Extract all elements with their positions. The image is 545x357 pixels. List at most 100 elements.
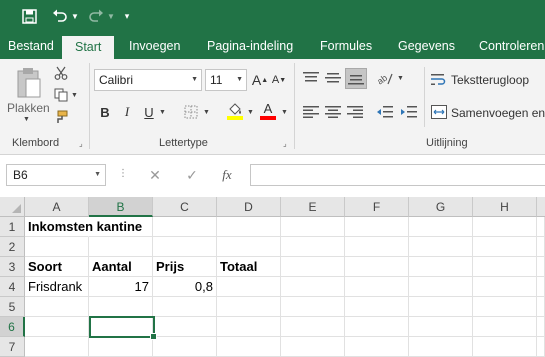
font-color-dropdown-icon[interactable]: ▼ [281,109,288,116]
select-all-button[interactable] [0,197,25,217]
wrap-text-icon[interactable] [431,72,447,88]
cell-h7[interactable] [473,337,537,357]
cell-b7[interactable] [89,337,153,357]
cut-icon[interactable] [53,65,69,81]
row-header-7[interactable]: 7 [0,337,25,357]
align-middle-icon[interactable] [323,69,343,87]
underline-dropdown-icon[interactable]: ▼ [159,109,166,116]
orientation-icon[interactable]: ab [375,69,395,87]
cell-g4[interactable] [409,277,473,297]
cell-a6[interactable] [25,317,89,337]
tab-bestand[interactable]: Bestand [8,34,54,59]
column-header-f[interactable]: F [345,197,409,217]
cell-g6[interactable] [409,317,473,337]
cell-h1[interactable] [473,217,537,237]
cell-g7[interactable] [409,337,473,357]
tab-controleren[interactable]: Controleren [479,34,544,59]
redo-icon[interactable] [85,5,107,27]
cell-f3[interactable] [345,257,409,277]
cell-c4[interactable]: 0,8 [153,277,217,297]
cell-f6[interactable] [345,317,409,337]
cell-d4[interactable] [217,277,281,297]
tab-pagina-indeling[interactable]: Pagina-indeling [207,34,293,59]
formula-input[interactable] [250,164,545,186]
decrease-indent-icon[interactable] [375,103,395,121]
cell-f2[interactable] [345,237,409,257]
cell-i4[interactable] [537,277,545,297]
merge-center-icon[interactable] [431,104,447,120]
copy-dropdown-icon[interactable]: ▼ [71,92,78,99]
row-header-6[interactable]: 6 [0,317,25,337]
redo-dropdown-icon[interactable]: ▼ [106,5,116,27]
fill-color-dropdown-icon[interactable]: ▼ [247,109,254,116]
wrap-text-button[interactable]: Tekstterugloop [451,73,529,87]
cell-i3[interactable] [537,257,545,277]
font-name-select[interactable]: Calibri ▼ [94,69,202,91]
cell-h6[interactable] [473,317,537,337]
cell-b2[interactable] [89,237,153,257]
row-header-2[interactable]: 2 [0,237,25,257]
cell-g1[interactable] [409,217,473,237]
grow-font-icon[interactable]: A ▲ [251,71,269,89]
align-top-icon[interactable] [301,69,321,87]
formula-bar-grip-icon[interactable]: ⋮ [118,168,128,179]
cell-b3[interactable]: Aantal [89,257,153,277]
customize-quick-access-icon[interactable]: ▾ [121,5,133,27]
column-header-d[interactable]: D [217,197,281,217]
orientation-dropdown-icon[interactable]: ▼ [397,75,404,82]
cell-c6[interactable] [153,317,217,337]
tab-formules[interactable]: Formules [320,34,372,59]
cell-h4[interactable] [473,277,537,297]
font-launcher-icon[interactable]: ⌟ [283,139,292,148]
cell-d3[interactable]: Totaal [217,257,281,277]
cell-e4[interactable] [281,277,345,297]
column-header-e[interactable]: E [281,197,345,217]
borders-icon[interactable] [183,104,199,120]
clipboard-launcher-icon[interactable]: ⌟ [79,139,88,148]
enter-icon[interactable]: ✓ [182,167,202,184]
cell-a2[interactable] [25,237,89,257]
column-header-g[interactable]: G [409,197,473,217]
cell-b5[interactable] [89,297,153,317]
cell-e3[interactable] [281,257,345,277]
row-header-1[interactable]: 1 [0,217,25,237]
cell-e2[interactable] [281,237,345,257]
paste-icon[interactable] [8,65,48,101]
italic-button[interactable]: I [120,103,134,121]
undo-dropdown-icon[interactable]: ▼ [70,5,80,27]
align-left-icon[interactable] [301,103,321,121]
cell-e6[interactable] [281,317,345,337]
row-header-4[interactable]: 4 [0,277,25,297]
cell-c5[interactable] [153,297,217,317]
align-right-icon[interactable] [345,103,365,121]
undo-icon[interactable] [49,5,71,27]
column-header-h[interactable]: H [473,197,537,217]
cell-g3[interactable] [409,257,473,277]
font-color-icon[interactable]: A [259,101,277,121]
shrink-font-icon[interactable]: A ▼ [270,71,288,89]
cell-f5[interactable] [345,297,409,317]
column-header-a[interactable]: A [25,197,89,217]
cell-a1[interactable]: Inkomsten kantine [25,217,142,237]
cell-e7[interactable] [281,337,345,357]
cell-i7[interactable] [537,337,545,357]
tab-invoegen[interactable]: Invoegen [129,34,180,59]
tab-start[interactable]: Start [62,36,115,59]
format-painter-icon[interactable] [53,109,69,125]
cell-c2[interactable] [153,237,217,257]
cell-g5[interactable] [409,297,473,317]
cell-h5[interactable] [473,297,537,317]
cell-i6[interactable] [537,317,545,337]
align-bottom-icon[interactable] [345,68,367,89]
align-center-icon[interactable] [323,103,343,121]
column-header-i[interactable] [537,197,545,217]
cell-c3[interactable]: Prijs [153,257,217,277]
cell-f7[interactable] [345,337,409,357]
cell-a3[interactable]: Soort [25,257,89,277]
increase-indent-icon[interactable] [399,103,419,121]
paste-dropdown-icon[interactable]: ▼ [23,116,30,123]
cell-g2[interactable] [409,237,473,257]
cell-i5[interactable] [537,297,545,317]
column-header-b[interactable]: B [89,197,153,217]
underline-button[interactable]: U [142,103,156,121]
